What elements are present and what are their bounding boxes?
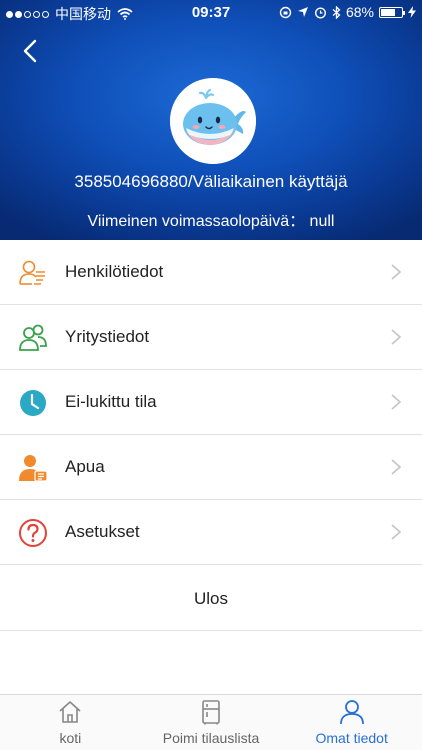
- question-icon: [19, 519, 47, 547]
- tab-bar: koti Poimi tilauslista Omat tiedot: [0, 694, 422, 750]
- menu-item-company-info[interactable]: Yritystiedot: [0, 305, 422, 370]
- profile-header: 中国移动 09:37 68% 358504696880/Väliaikainen…: [0, 0, 422, 240]
- menu-item-label: Ei-lukittu tila: [65, 392, 157, 411]
- people-icon: [19, 324, 47, 351]
- menu-item-label: Apua: [65, 457, 105, 476]
- username: 358504696880/Väliaikainen käyttäjä: [74, 172, 348, 191]
- battery-percent: 68%: [345, 4, 374, 20]
- alarm-icon: [314, 6, 326, 19]
- avatar[interactable]: [170, 78, 256, 164]
- person-info-icon: [19, 260, 45, 285]
- tab-label: Poimi tilauslista: [162, 730, 260, 746]
- location-icon: [297, 7, 308, 17]
- rotation-lock-icon: [279, 6, 292, 18]
- chevron-right-icon: [391, 264, 402, 280]
- status-bar: 中国移动 09:37 68%: [0, 0, 422, 24]
- expiry-date: Viimeinen voimassaolopäivä： null: [87, 213, 335, 230]
- chevron-right-icon: [391, 524, 402, 540]
- menu-item-settings[interactable]: Asetukset: [0, 500, 422, 565]
- menu-item-help[interactable]: Apua: [0, 435, 422, 500]
- help-person-icon: [19, 455, 48, 482]
- menu-item-unlocked-state[interactable]: Ei-lukittu tila: [0, 370, 422, 435]
- home-icon: [59, 701, 81, 723]
- menu-item-label: Henkilötiedot: [65, 262, 164, 281]
- tab-label: Omat tiedot: [315, 730, 388, 746]
- chevron-right-icon: [391, 394, 402, 410]
- whale-avatar-icon: [170, 78, 256, 164]
- back-arrow-icon[interactable]: [18, 38, 44, 64]
- tab-my-info[interactable]: Omat tiedot: [281, 695, 422, 750]
- menu-item-label: Yritystiedot: [65, 327, 150, 346]
- empty-area: [0, 632, 422, 694]
- user-icon: [339, 700, 364, 725]
- tab-order-list[interactable]: Poimi tilauslista: [141, 695, 282, 750]
- battery-icon: [379, 6, 405, 18]
- clock-icon: [20, 390, 46, 416]
- profile-menu: Henkilötiedot Yritystiedot Ei-lukittu ti…: [0, 240, 422, 565]
- tab-label: koti: [59, 730, 82, 746]
- chevron-right-icon: [391, 329, 402, 345]
- bluetooth-icon: [332, 5, 341, 19]
- menu-item-label: Asetukset: [65, 522, 140, 541]
- logout-button[interactable]: Ulos: [0, 566, 422, 631]
- chevron-right-icon: [391, 459, 402, 475]
- tab-home[interactable]: koti: [0, 695, 141, 750]
- menu-item-personal-info[interactable]: Henkilötiedot: [0, 240, 422, 305]
- fridge-icon: [202, 700, 220, 725]
- charging-icon: [408, 6, 416, 18]
